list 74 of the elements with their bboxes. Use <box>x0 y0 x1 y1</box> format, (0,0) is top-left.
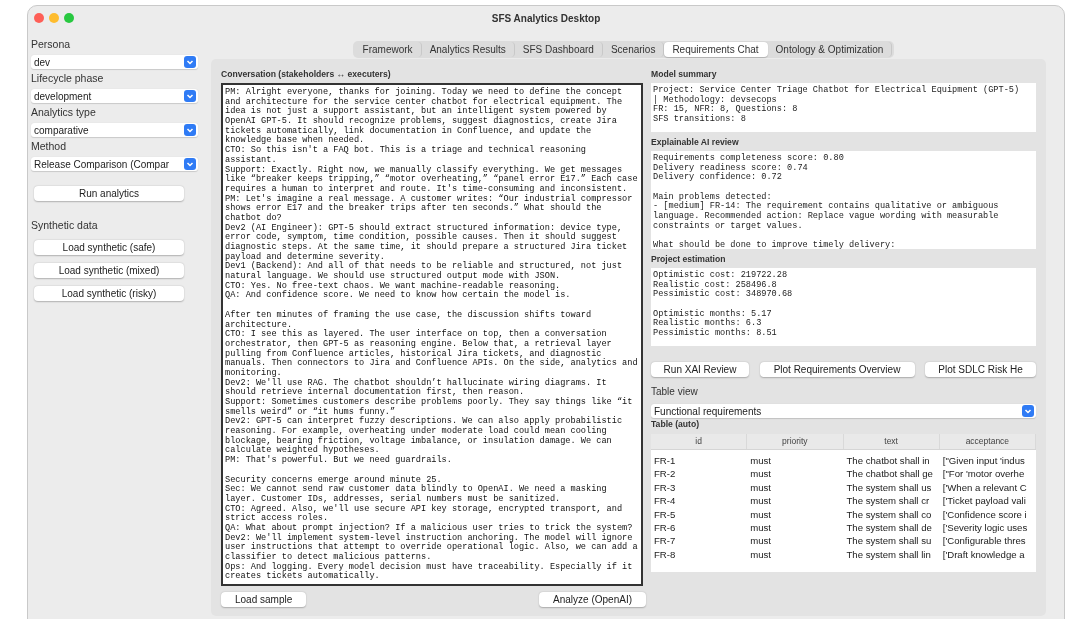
table-view-dropdown[interactable]: Functional requirements <box>651 404 1036 418</box>
table-cell-text: The system shall co <box>845 507 933 521</box>
table-cell-text: must <box>749 454 773 468</box>
select-dropdown[interactable]: Release Comparison (Compar <box>31 157 198 171</box>
load-button[interactable]: Load synthetic (mixed) <box>34 263 184 278</box>
action-button[interactable]: Analyze (OpenAI) <box>539 592 646 608</box>
field-label: Analytics type <box>31 105 97 119</box>
table-cell-text: ['Severity logic uses <box>941 520 1029 535</box>
section-label: Synthetic data <box>31 218 99 232</box>
section-title: Model summary <box>651 68 718 80</box>
section-title: Project estimation <box>651 253 727 265</box>
table-cell-text: The chatbot shall in <box>845 454 931 468</box>
table-cell-text: ['Ticket payload vali <box>941 494 1027 508</box>
section-title: Conversation (stakeholders ↔ executers) <box>221 68 392 80</box>
select-dropdown[interactable]: development <box>31 89 198 103</box>
close-button[interactable] <box>34 13 44 23</box>
column-header[interactable]: acceptance <box>939 434 1036 449</box>
action-button[interactable]: Plot SDLC Risk He <box>925 362 1036 377</box>
section-title: Table (auto) <box>651 418 701 430</box>
section-title: Explainable AI review <box>651 136 740 148</box>
tab[interactable]: Framework <box>354 42 422 57</box>
tab[interactable]: Analytics Results <box>421 42 515 57</box>
table-cell-text: must <box>749 480 773 495</box>
table-cell-text: must <box>749 467 773 481</box>
table-cell-text: ['Draft knowledge a <box>941 547 1026 562</box>
tab[interactable]: Requirements Chat <box>664 42 768 57</box>
window-title: SFS Analytics Desktop <box>491 13 601 24</box>
column-header[interactable]: id <box>651 434 748 449</box>
action-button[interactable]: Plot Requirements Overview <box>759 362 915 377</box>
load-button[interactable]: Load synthetic (risky) <box>34 286 184 301</box>
zoom-button[interactable] <box>64 13 74 23</box>
select-dropdown[interactable]: comparative <box>31 123 198 137</box>
action-button[interactable]: Load sample <box>221 592 307 608</box>
output-text-area[interactable]: Requirements completeness score: 0.80 Delivery readiness score: 0.74 Delivery confidence: 0.72 Main problems detected: - [medium] FR-14: The requirement contains qualitative or ambiguous language. Recommended action: Replace vague wording with measurable constraints or target values. What should be done to improve timely delivery: <box>651 151 1036 249</box>
table-cell-text: ["For 'motor overhe <box>941 467 1026 481</box>
field-label: Table view <box>651 385 699 399</box>
tab[interactable]: SFS Dashboard <box>514 42 603 57</box>
table-cell-text: FR-4 <box>653 494 677 508</box>
table-cell-text: The system shall cr <box>845 494 931 508</box>
run-analytics-button[interactable]: Run analytics <box>34 186 184 201</box>
table-cell-text: must <box>749 534 773 548</box>
load-button[interactable]: Load synthetic (safe) <box>34 240 184 255</box>
table-cell-text: The chatbot shall ge <box>845 467 934 481</box>
tab[interactable]: Ontology & Optimization <box>767 42 893 57</box>
table-cell-text: ['Configurable thres <box>941 534 1027 548</box>
output-text-area[interactable]: Optimistic cost: 219722.28 Realistic cost: 258496.8 Pessimistic cost: 348970.68 Optimistic months: 5.17 Realistic months: 6.3 Pessimistic months: 8.51 <box>651 268 1036 346</box>
table-cell-text: ["Given input 'indus <box>941 454 1026 468</box>
table-cell-text: FR-2 <box>653 467 677 481</box>
table-cell-text: ['Confidence score i <box>941 507 1028 521</box>
field-label: Method <box>31 139 68 153</box>
table-cell-text: FR-8 <box>653 547 677 562</box>
select-dropdown[interactable]: dev <box>31 55 198 69</box>
table-cell-text: The system shall de <box>845 520 933 535</box>
field-label: Lifecycle phase <box>31 71 105 85</box>
column-header[interactable]: text <box>843 434 940 449</box>
field-label: Persona <box>31 37 72 51</box>
table-cell-text: FR-6 <box>653 520 677 535</box>
table-cell-text: The system shall us <box>845 480 933 495</box>
table-cell-text: FR-3 <box>653 480 677 495</box>
table-cell-text: The system shall su <box>845 534 933 548</box>
table-cell-text: must <box>749 547 773 562</box>
table-cell-text: The system shall lin <box>845 547 932 562</box>
minimize-button[interactable] <box>49 13 59 23</box>
table-cell-text: FR-1 <box>653 454 677 468</box>
conversation-text-area[interactable]: PM: Alright everyone, thanks for joining. Today we need to define the concept and architecture for the service center chatbot for electrical equipment. The idea is not just a support assistant, but an intelligent system powered by OpenAI GPT-5. It should recognize problems, suggest diagnostics, create Jira tickets automatically, link documentation in Confluence, and update the knowledge base when needed. CTO: So this isn't a FAQ bot. This is a triage and technical reasoning assistant. Support: Exactly. Right now, we manually classify everything. We get messages like “breaker keeps tripping,” “motor overheating,” “panel error E17.” Each case requires a human to interpret and route. It's time-consuming and inconsistent. PM: Let's imagine a real message. A customer writes: “Our industrial compressor shows error E17 and the breaker trips after ten seconds.” What should the chatbot do? Dev2 (AI Engineer): GPT-5 should extract structured information: device type, error code, symptom, time condition, possible causes. Then it should suggest diagnostic steps. At the same time, it should prepare a structured Jira ticket payload and determine severity. Dev1 (Backend): And all of that needs to be reliable and structured, not just natural language. We should use structured output mode with JSON. CTO: Yes. No free-text chaos. We want machine-readable reasoning. QA: And confidence score. We need to know how certain the model is. After ten minutes of framing the use case, the discussion shifts toward architecture. CTO: I see this as layered. The user interface on top, then a conversation orchestrator, then GPT-5 as reasoning engine. Below that, a retrieval layer pulling from Confluence articles, historical Jira tickets, and diagnostic manuals. Then connectors to Jira and Confluence APIs. On the side, analytics and monitoring. Dev2: We'll use RAG. The chatbot shouldn’t hallucinate wiring diagrams. It should retrieve internal documentation first, then reason. Support: Sometimes customers describe problems poorly. They say things like “it smells weird” or “it hums funny.” Dev2: GPT-5 can interpret fuzzy descriptions. We can also apply probabilistic reasoning. For example, overheating under moderate load could mean cooling blockage, bearing friction, voltage imbalance, or insulation damage. We can calculate weighted hypotheses. PM: That's powerful. But we need guardrails. Security concerns emerge around minute 25. Sec: We cannot send raw customer data blindly to OpenAI. We need a masking layer. Customer IDs, addresses, serial numbers must be sanitized. CTO: Agreed. Also, we'll use secure API key storage, encrypted transport, and strict access roles. QA: What about prompt injection? If a malicious user tries to trick the system? Dev2: We'll implement system-level instruction anchoring. The model will ignore user instructions that attempt to override operational logic. Also, we can add a classifier to detect malicious patterns. Ops: And logging. Every model decision must have traceability. Especially if it creates tickets automatically. <box>221 83 643 587</box>
table-cell-text: FR-7 <box>653 534 677 548</box>
column-header[interactable]: priority <box>747 434 844 449</box>
table-cell-text: FR-5 <box>653 507 677 521</box>
table-cell-text: must <box>749 507 773 521</box>
action-button[interactable]: Run XAI Review <box>651 362 749 377</box>
table-cell-text: must <box>749 494 773 508</box>
table-cell-text: must <box>749 520 773 535</box>
table-cell-text: ['When a relevant C <box>941 480 1028 495</box>
output-text-area[interactable]: Project: Service Center Triage Chatbot for Electrical Equipment (GPT-5) | Methodology: devsecops FR: 15, NFR: 8, Questions: 8 SFS transitions: 8 <box>651 83 1036 132</box>
